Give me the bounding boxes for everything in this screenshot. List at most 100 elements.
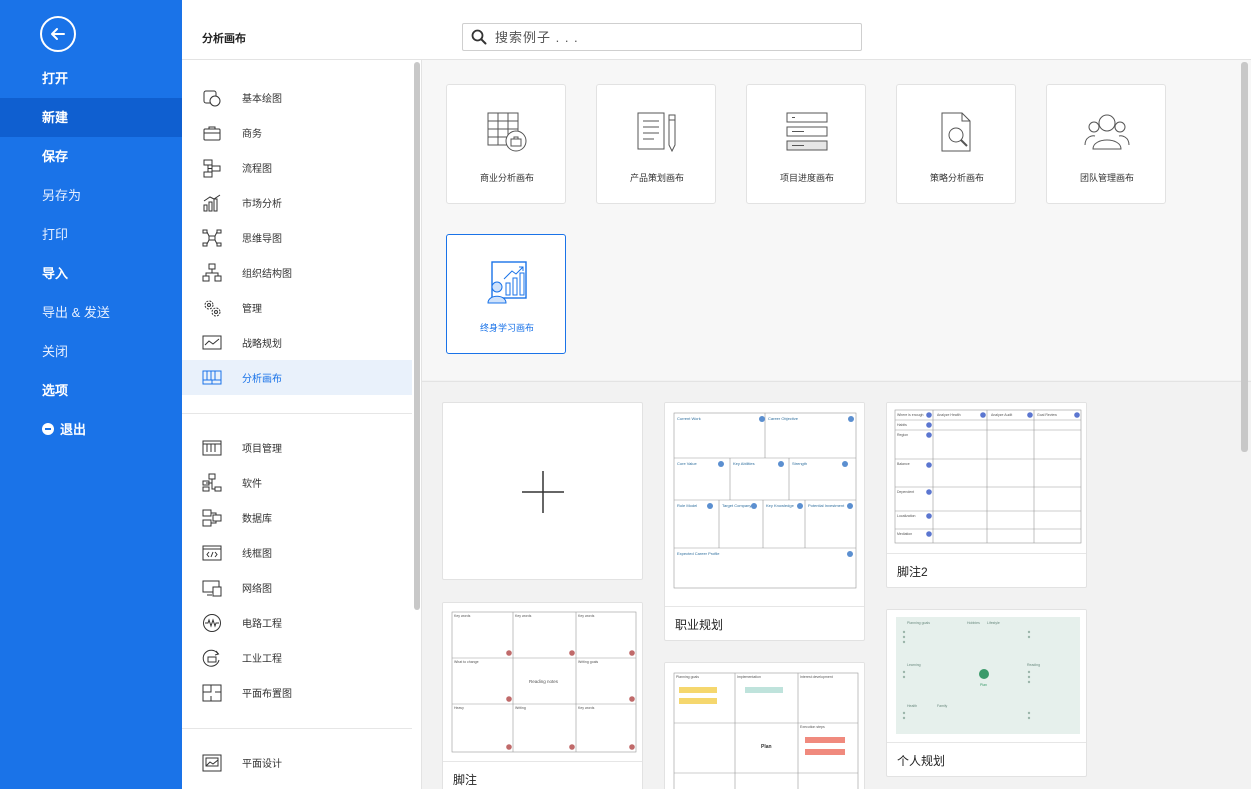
category-strategic-planning[interactable]: 战略规划 (182, 325, 412, 360)
plus-icon (522, 471, 564, 513)
thumb-text: Career Objective (768, 416, 799, 421)
menu-new[interactable]: 新建 (0, 98, 182, 137)
category-flowchart[interactable]: 流程图 (182, 150, 412, 185)
thumb-text: Health (907, 704, 917, 708)
thumb-text: Target Company (722, 503, 751, 508)
file-menu-sidebar: 打开 新建 保存 另存为 打印 导入 导出 & 发送 关闭 选项 退出 (0, 0, 182, 789)
template-type-area: 商业分析画布 产品策划画布 项目进度画布 策略分析画布 团队管理画布 终身学习画… (422, 60, 1251, 380)
category-floor-plan[interactable]: 平面布置图 (182, 675, 412, 710)
example-thumbnail: Planning goals Hobbies Lifestyle Learnin… (887, 610, 1086, 742)
category-graphic-design[interactable]: 平面设计 (182, 745, 412, 780)
template-label: 项目进度画布 (779, 173, 834, 183)
category-label: 项目管理 (242, 444, 282, 455)
category-label: 分析画布 (242, 374, 282, 385)
category-mind-map[interactable]: 思维导图 (182, 220, 412, 255)
database-icon (202, 508, 222, 528)
template-strategy-analysis[interactable]: 策略分析画布 (896, 84, 1016, 204)
example-card-plan[interactable]: Planning goals Implementation Interest d… (664, 662, 865, 789)
menu-export-send[interactable]: 导出 & 发送 (0, 293, 182, 332)
menu-exit-label: 退出 (60, 422, 87, 437)
example-caption: 个人规划 (897, 754, 946, 768)
card-separator (443, 761, 642, 762)
menu-close[interactable]: 关闭 (0, 332, 182, 371)
template-label: 终身学习画布 (479, 323, 534, 333)
search-input[interactable] (495, 29, 835, 45)
thumb-text: Execution steps (800, 725, 825, 729)
thumb-text: Hobbies (967, 621, 980, 625)
category-scrollbar[interactable] (414, 62, 420, 610)
menu-import[interactable]: 导入 (0, 254, 182, 293)
template-project-progress[interactable]: 项目进度画布 (746, 84, 866, 204)
category-divider (182, 728, 412, 729)
briefcase-icon (202, 123, 222, 143)
search-box[interactable] (462, 23, 862, 51)
back-button[interactable] (40, 16, 76, 52)
team-management-icon (1084, 114, 1130, 150)
monitor-icon (202, 578, 222, 598)
category-project-management[interactable]: 项目管理 (182, 430, 412, 465)
category-org-chart[interactable]: 组织结构图 (182, 255, 412, 290)
thumb-text: Habits (897, 423, 907, 427)
main-scrollbar[interactable] (1241, 62, 1248, 452)
category-label: 电路工程 (242, 619, 282, 630)
category-business[interactable]: 商务 (182, 115, 412, 150)
category-label: 网络图 (242, 584, 272, 595)
example-thumbnail: Current Work Career Objective Core Value… (665, 403, 864, 606)
category-label: 市场分析 (242, 199, 282, 210)
menu-open[interactable]: 打开 (0, 59, 182, 98)
menu-save[interactable]: 保存 (0, 137, 182, 176)
thumb-text: Interest development (800, 675, 833, 679)
category-label: 平面设计 (242, 759, 282, 770)
thumb-text: Writing (515, 706, 526, 710)
example-card-career-plan[interactable]: Current Work Career Objective Core Value… (664, 402, 865, 641)
circuit-icon (202, 613, 222, 633)
arrow-left-icon (51, 28, 65, 40)
thumb-text: Analyze Health (937, 413, 961, 417)
category-network[interactable]: 网络图 (182, 570, 412, 605)
template-business-analysis[interactable]: 商业分析画布 (446, 84, 566, 204)
canvas-grid-icon (202, 368, 222, 388)
industrial-cycle-icon (202, 648, 222, 668)
thumb-text: Planning goals (907, 621, 930, 625)
category-label: 数据库 (242, 514, 272, 525)
template-lifelong-learning[interactable]: 终身学习画布 (446, 234, 566, 354)
gantt-icon (202, 438, 222, 458)
search-icon (471, 29, 487, 45)
category-market-analysis[interactable]: 市场分析 (182, 185, 412, 220)
template-product-plan[interactable]: 产品策划画布 (596, 84, 716, 204)
template-label: 产品策划画布 (629, 173, 684, 183)
menu-options[interactable]: 选项 (0, 371, 182, 410)
menu-save-as[interactable]: 另存为 (0, 176, 182, 215)
category-industrial[interactable]: 工业工程 (182, 640, 412, 675)
category-label: 管理 (242, 304, 262, 315)
menu-exit[interactable]: 退出 (0, 410, 182, 449)
thumb-text: Key words (578, 614, 595, 618)
thumb-text: Dependent (897, 490, 914, 494)
thumb-text: Reading notes (529, 679, 559, 684)
new-blank-card[interactable] (442, 402, 643, 580)
example-card-footnote[interactable]: Key words Key words Key words What to ch… (442, 602, 643, 789)
category-basic-drawing[interactable]: 基本绘图 (182, 80, 412, 115)
example-caption: 职业规划 (675, 618, 724, 632)
category-wireframe[interactable]: 线框图 (182, 535, 412, 570)
category-analysis-canvas[interactable]: 分析画布 (182, 360, 412, 395)
category-label: 软件 (242, 479, 262, 490)
strategy-analysis-icon (941, 112, 971, 152)
business-analysis-icon (487, 112, 527, 152)
example-card-footnote-2[interactable]: Where is enough Analyze Health Analyze A… (886, 402, 1087, 588)
template-label: 策略分析画布 (929, 173, 984, 183)
example-card-personal-plan[interactable]: Planning goals Hobbies Lifestyle Learnin… (886, 609, 1087, 777)
thumb-text: Localization (897, 514, 916, 518)
menu-print[interactable]: 打印 (0, 215, 182, 254)
category-software[interactable]: 软件 (182, 465, 412, 500)
category-management[interactable]: 管理 (182, 290, 412, 325)
category-circuit[interactable]: 电路工程 (182, 605, 412, 640)
template-label: 团队管理画布 (1079, 173, 1134, 183)
thumb-text: Plan (980, 683, 987, 687)
thumb-text: Balance (897, 462, 910, 466)
image-frame-icon (202, 753, 222, 773)
lifelong-learning-icon (487, 261, 527, 304)
thumb-text: Implementation (737, 675, 761, 679)
template-team-management[interactable]: 团队管理画布 (1046, 84, 1166, 204)
category-database[interactable]: 数据库 (182, 500, 412, 535)
